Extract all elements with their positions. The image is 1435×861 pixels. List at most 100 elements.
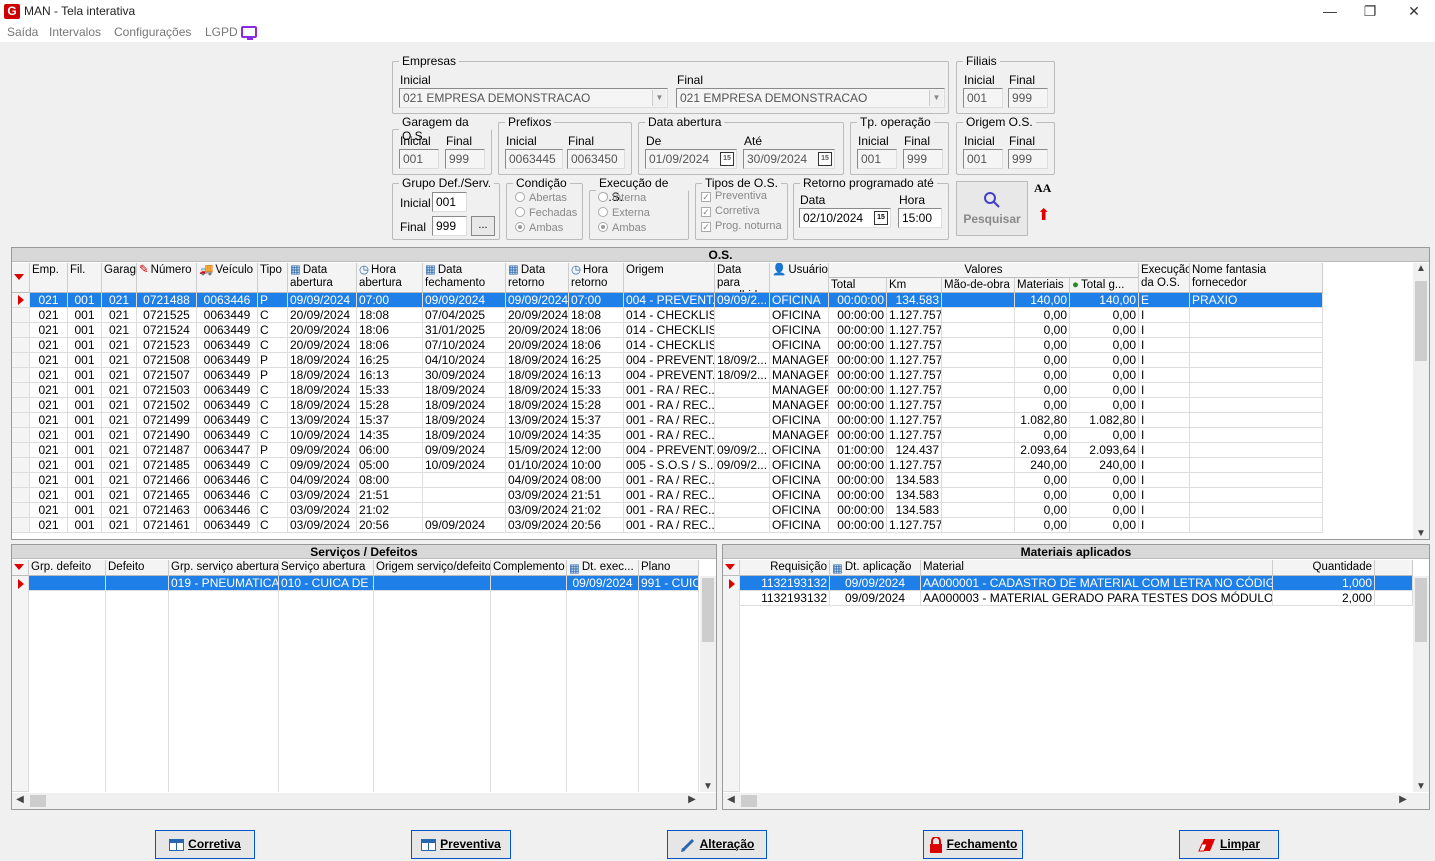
os-cell[interactable]: 021 <box>102 293 137 308</box>
scroll-thumb[interactable] <box>702 578 714 642</box>
servicos-header-4[interactable]: Origem serviço/defeito <box>374 560 491 576</box>
os-cell[interactable]: 10/09/2024 <box>288 428 357 443</box>
servicos-cell[interactable] <box>491 576 567 591</box>
os-cell[interactable]: 0063446 <box>197 473 258 488</box>
os-cell[interactable] <box>942 323 1015 338</box>
os-cell[interactable]: 021 <box>102 398 137 413</box>
scroll-down-icon[interactable]: ▼ <box>700 781 716 792</box>
os-cell[interactable] <box>715 473 770 488</box>
os-cell[interactable]: I <box>1139 428 1190 443</box>
os-cell[interactable]: C <box>258 383 288 398</box>
os-cell[interactable]: 001 <box>68 353 102 368</box>
os-cell[interactable]: MANAGER <box>770 428 829 443</box>
os-cell[interactable]: 0063449 <box>197 308 258 323</box>
os-cell[interactable]: 0063446 <box>197 488 258 503</box>
os-cell[interactable]: 21:51 <box>357 488 423 503</box>
os-cell[interactable]: 30/09/2024 <box>423 368 506 383</box>
os-cell[interactable] <box>1190 518 1323 533</box>
os-cell[interactable]: 20/09/2024 <box>288 338 357 353</box>
os-cell[interactable]: 001 <box>68 368 102 383</box>
os-cell[interactable] <box>942 398 1015 413</box>
os-cell[interactable]: 15:37 <box>357 413 423 428</box>
servicos-cell[interactable] <box>106 576 169 591</box>
os-cell[interactable] <box>1190 473 1323 488</box>
os-cell[interactable] <box>423 488 506 503</box>
os-cell[interactable]: 001 - RA / REC... <box>624 488 715 503</box>
os-cell[interactable]: 140,00 <box>1070 293 1139 308</box>
os-cell[interactable]: 021 <box>30 443 68 458</box>
os-cell[interactable]: 001 <box>68 518 102 533</box>
os-cell[interactable] <box>715 413 770 428</box>
os-cell[interactable]: 01:00:00 <box>829 443 887 458</box>
os-cell[interactable]: MANAGER <box>770 383 829 398</box>
os-cell[interactable]: 021 <box>30 353 68 368</box>
os-cell[interactable]: 021 <box>30 473 68 488</box>
os-cell[interactable]: 001 - RA / REC... <box>624 428 715 443</box>
os-cell[interactable] <box>942 428 1015 443</box>
os-cell[interactable]: 1.127.757 <box>887 518 942 533</box>
os-cell[interactable]: 04/09/2024 <box>288 473 357 488</box>
servicos-cell[interactable]: 09/09/2024 <box>567 576 639 591</box>
os-cell[interactable]: 16:25 <box>569 353 624 368</box>
prefixos-final-input[interactable]: 0063450 <box>567 149 625 169</box>
calendar-icon[interactable]: 15 <box>874 211 888 225</box>
calendar-icon[interactable]: 15 <box>720 152 734 166</box>
os-cell[interactable]: 20/09/2024 <box>288 308 357 323</box>
minimize-button[interactable]: — <box>1320 2 1340 20</box>
row-indicator[interactable] <box>12 428 30 443</box>
os-cell[interactable]: 18:06 <box>357 338 423 353</box>
os-cell[interactable]: 13/09/2024 <box>506 413 569 428</box>
os-cell[interactable]: 00:00:00 <box>829 308 887 323</box>
scroll-thumb[interactable] <box>1415 281 1427 361</box>
os-cell[interactable]: 0721488 <box>137 293 197 308</box>
os-cell[interactable]: 00:00:00 <box>829 428 887 443</box>
os-cell[interactable]: MANAGER <box>770 368 829 383</box>
servicos-cell[interactable]: 019 - PNEUMATICA <box>169 576 279 591</box>
os-cell[interactable]: 021 <box>30 368 68 383</box>
os-cell[interactable]: 0721499 <box>137 413 197 428</box>
os-header-7[interactable]: ◷ Hora abertura <box>357 263 423 293</box>
os-cell[interactable]: 1.127.757 <box>887 338 942 353</box>
os-cell[interactable]: 0063449 <box>197 428 258 443</box>
os-cell[interactable]: I <box>1139 323 1190 338</box>
os-cell[interactable]: 0063449 <box>197 338 258 353</box>
os-cell[interactable] <box>942 338 1015 353</box>
row-indicator[interactable] <box>12 503 30 518</box>
os-cell[interactable] <box>715 398 770 413</box>
os-cell[interactable]: OFICINA <box>770 503 829 518</box>
os-header-10[interactable]: ◷ Hora retorno <box>569 263 624 293</box>
scroll-thumb[interactable] <box>30 795 46 807</box>
os-cell[interactable]: 021 <box>30 308 68 323</box>
os-cell[interactable]: 1.127.757 <box>887 323 942 338</box>
os-cell[interactable]: 09/09/2024 <box>506 293 569 308</box>
os-cell[interactable]: 0,00 <box>1070 518 1139 533</box>
os-cell[interactable] <box>715 503 770 518</box>
os-cell[interactable]: 140,00 <box>1015 293 1070 308</box>
tipo-corretiva-checkbox[interactable]: ✓ Corretiva <box>701 205 760 217</box>
os-cell[interactable]: 021 <box>102 503 137 518</box>
os-cell[interactable] <box>942 353 1015 368</box>
menu-saida[interactable]: Saída <box>7 25 38 39</box>
row-indicator[interactable] <box>12 353 30 368</box>
os-cell[interactable]: C <box>258 398 288 413</box>
grupo-def-inicial-input[interactable]: 001 <box>432 192 467 212</box>
os-cell[interactable]: I <box>1139 518 1190 533</box>
os-cell[interactable]: 021 <box>30 398 68 413</box>
os-cell[interactable]: 0063449 <box>197 323 258 338</box>
os-cell[interactable]: 20/09/2024 <box>506 323 569 338</box>
os-cell[interactable]: 18/09/2024 <box>288 383 357 398</box>
os-cell[interactable]: 0,00 <box>1070 503 1139 518</box>
os-cell[interactable]: I <box>1139 398 1190 413</box>
os-cell[interactable]: 20/09/2024 <box>288 323 357 338</box>
os-cell[interactable]: 18/09/2024 <box>423 383 506 398</box>
os-cell[interactable]: 0,00 <box>1015 503 1070 518</box>
os-cell[interactable]: 18/09/2... <box>715 353 770 368</box>
os-cell[interactable]: 04/09/2024 <box>506 473 569 488</box>
os-cell[interactable]: 09/09/2024 <box>423 518 506 533</box>
os-cell[interactable]: MANAGER <box>770 398 829 413</box>
os-cell[interactable]: 16:13 <box>357 368 423 383</box>
sort-down-icon[interactable] <box>14 274 24 280</box>
os-header-9[interactable]: ▦ Data retorno <box>506 263 569 293</box>
os-cell[interactable]: 134.583 <box>887 503 942 518</box>
os-cell[interactable]: P <box>258 353 288 368</box>
